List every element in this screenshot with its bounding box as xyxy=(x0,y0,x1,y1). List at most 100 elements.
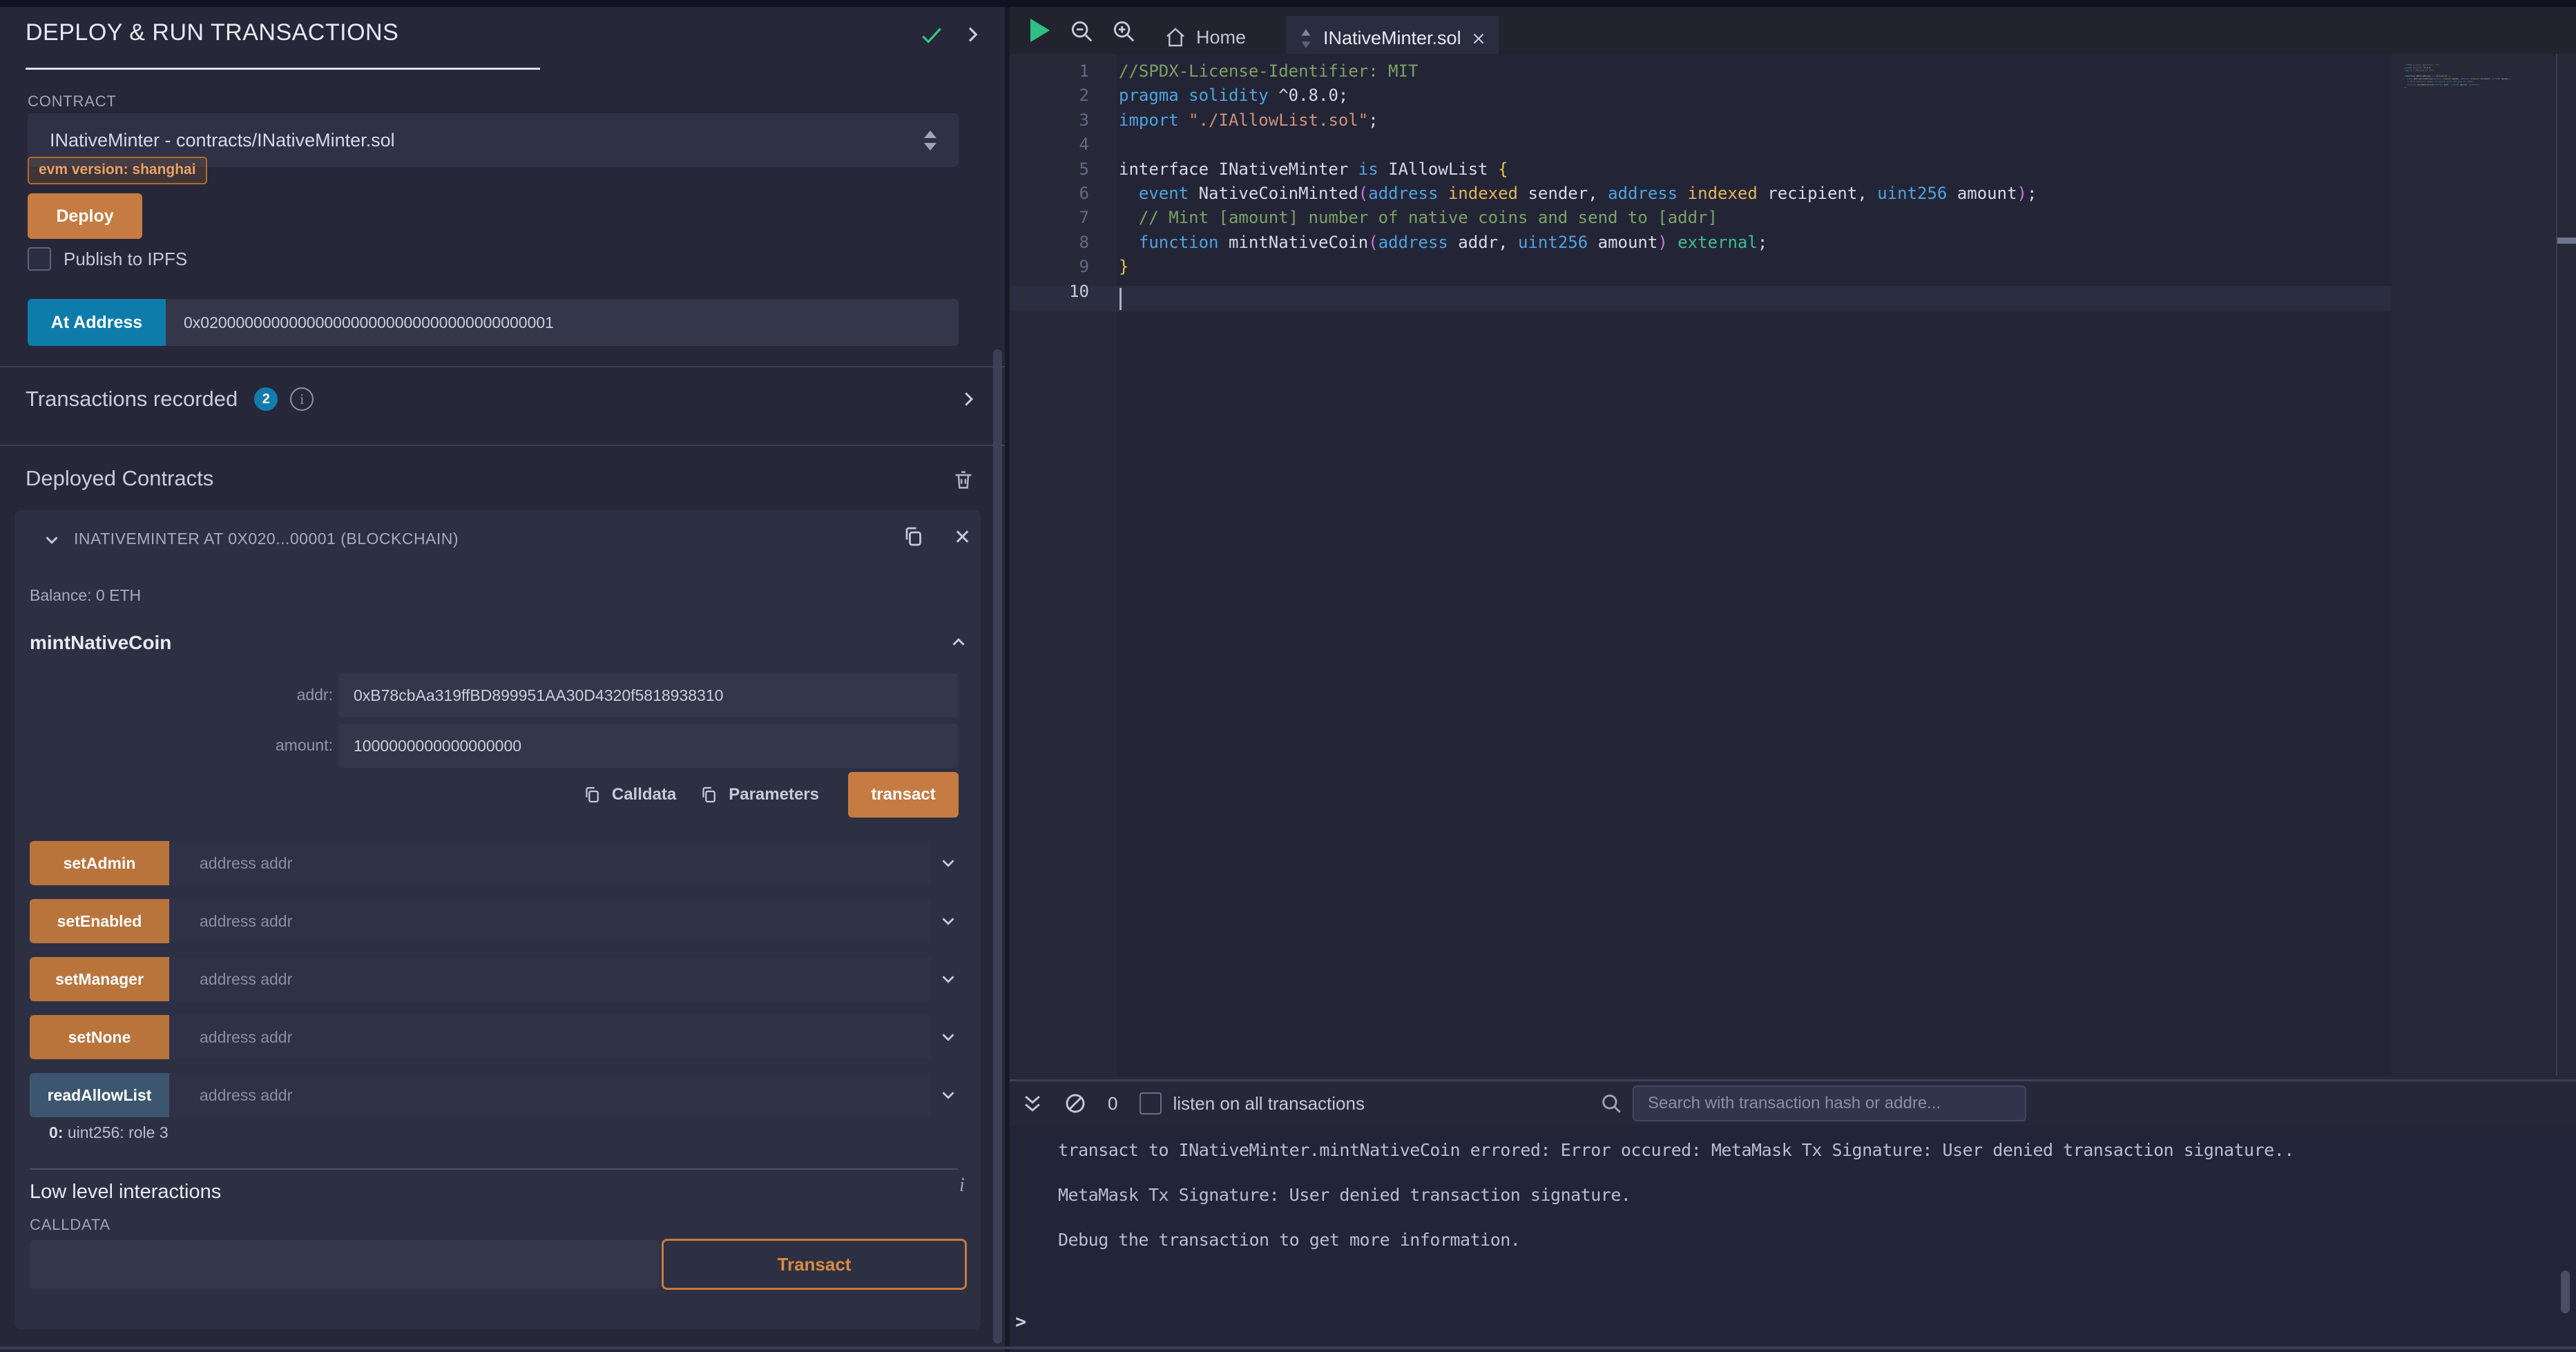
line-number: 5 xyxy=(1010,157,1089,182)
terminal-log-line: transact to INativeMinter.mintNativeCoin… xyxy=(1058,1140,2529,1160)
clear-console-ban-icon[interactable] xyxy=(1064,1092,1087,1115)
panel-editor-divider[interactable] xyxy=(1005,0,1010,1352)
instance-collapse-chevron-down-icon[interactable] xyxy=(41,530,62,550)
addr-field-input[interactable] xyxy=(338,673,958,717)
listen-all-transactions-checkbox[interactable] xyxy=(1140,1092,1162,1114)
transactions-expand-chevron-right-icon[interactable] xyxy=(958,389,979,409)
function-action-row: Calldata Parameters transact xyxy=(277,772,959,818)
code-content[interactable]: //SPDX-License-Identifier: MITpragma sol… xyxy=(2405,64,2510,92)
contract-label: CONTRACT xyxy=(28,93,117,110)
setEnabled-button[interactable]: setEnabled xyxy=(30,899,169,943)
setManager-input[interactable] xyxy=(169,957,931,1001)
evm-version-badge: evm version: shanghai xyxy=(28,157,207,184)
line-number: 6 xyxy=(1010,182,1089,206)
panel-collapse-chevron-right-icon[interactable] xyxy=(961,23,983,46)
terminal-collapse-double-chevron-down-icon[interactable] xyxy=(1021,1092,1044,1115)
tab-active-label: INativeMinter.sol xyxy=(1323,28,1461,49)
terminal-scrollbar[interactable] xyxy=(2561,1271,2570,1313)
readAllowList-expand-chevron-down-icon[interactable] xyxy=(938,1085,959,1105)
minimap[interactable]: //SPDX-License-Identifier: MITpragma sol… xyxy=(2392,57,2555,195)
info-icon[interactable]: i xyxy=(290,387,314,411)
readAllowList-input[interactable] xyxy=(169,1073,931,1117)
publish-ipfs-checkbox[interactable] xyxy=(28,247,51,271)
copy-calldata-label[interactable]: Calldata xyxy=(612,785,676,804)
copy-address-icon[interactable] xyxy=(901,524,925,549)
function-row-setAdmin: setAdmin xyxy=(30,841,959,885)
at-address-button[interactable]: At Address xyxy=(28,299,166,346)
overview-ruler[interactable] xyxy=(2557,54,2576,1076)
terminal: 0 listen on all transactions transact to… xyxy=(1010,1079,2576,1352)
compile-success-check-icon xyxy=(919,22,945,48)
at-address-input[interactable] xyxy=(166,299,959,346)
setAdmin-expand-chevron-down-icon[interactable] xyxy=(938,853,959,873)
readAllowList-button[interactable]: readAllowList xyxy=(30,1073,169,1117)
setNone-button[interactable]: setNone xyxy=(30,1015,169,1059)
line-number-gutter: 12345678910 xyxy=(1010,59,1089,304)
instance-balance: Balance: 0 ETH xyxy=(30,586,141,605)
setEnabled-expand-chevron-down-icon[interactable] xyxy=(938,911,959,931)
tab-close-icon[interactable] xyxy=(1470,30,1488,48)
transactions-recorded-row: Transactions recorded 2 i xyxy=(26,381,979,417)
line-number: 3 xyxy=(1010,108,1089,133)
code-line: } xyxy=(1119,255,2037,279)
code-line: interface INativeMinter is IAllowList { xyxy=(1119,157,2037,182)
zoom-in-icon[interactable] xyxy=(1111,18,1137,44)
home-icon xyxy=(1164,26,1186,48)
function-row-setEnabled: setEnabled xyxy=(30,899,959,943)
setNone-expand-chevron-down-icon[interactable] xyxy=(938,1027,959,1047)
tab-home-label: Home xyxy=(1196,27,1246,48)
text-cursor xyxy=(1119,288,1122,310)
search-icon xyxy=(1599,1092,1623,1115)
line-number: 1 xyxy=(1010,59,1089,84)
pending-tx-count: 0 xyxy=(1108,1093,1117,1114)
zoom-out-icon[interactable] xyxy=(1068,18,1095,44)
call-result: 0: uint256: role 3 xyxy=(49,1123,169,1142)
code-line: //SPDX-License-Identifier: MIT xyxy=(1119,59,2037,84)
setManager-button[interactable]: setManager xyxy=(30,957,169,1001)
setAdmin-input[interactable] xyxy=(169,841,931,885)
setEnabled-input[interactable] xyxy=(169,899,931,943)
overview-ruler-cursor-marker xyxy=(2557,238,2576,244)
divider xyxy=(30,1168,958,1170)
divider xyxy=(0,366,1005,367)
line-number: 4 xyxy=(1010,133,1089,157)
setManager-expand-chevron-down-icon[interactable] xyxy=(938,969,959,989)
contract-instance-card: INATIVEMINTER AT 0X020...00001 (BLOCKCHA… xyxy=(15,510,981,1329)
bottom-strip xyxy=(0,1346,2576,1349)
publish-ipfs-label: Publish to IPFS xyxy=(64,249,187,270)
amount-field-input[interactable] xyxy=(338,724,958,768)
listen-all-transactions-label: listen on all transactions xyxy=(1173,1093,1364,1114)
line-number: 8 xyxy=(1010,231,1089,255)
low-level-interactions-title: Low level interactions xyxy=(30,1181,221,1204)
deploy-button[interactable]: Deploy xyxy=(28,193,142,239)
transact-button[interactable]: transact xyxy=(848,772,959,818)
line-number: 10 xyxy=(1010,280,1089,304)
divider xyxy=(0,445,1005,446)
addr-field-label: addr: xyxy=(222,686,333,704)
run-script-play-icon[interactable] xyxy=(1030,19,1050,42)
at-address-row: At Address xyxy=(28,299,959,346)
panel-scrollbar[interactable] xyxy=(993,349,1002,1344)
clear-instances-trash-icon[interactable] xyxy=(952,468,975,492)
code-line: pragma solidity ^0.8.0; xyxy=(1119,84,2037,108)
editor-tabbar: Home INativeMinter.sol xyxy=(1010,7,2576,54)
panel-title: DEPLOY & RUN TRANSACTIONS xyxy=(26,19,398,46)
code-line: // Mint [amount] number of native coins … xyxy=(1119,206,2037,230)
terminal-prompt[interactable]: > xyxy=(1015,1311,1026,1333)
terminal-search-input[interactable] xyxy=(1633,1085,2026,1121)
info-icon[interactable]: i xyxy=(959,1175,965,1197)
calldata-input[interactable] xyxy=(30,1240,660,1288)
copy-parameters-icon[interactable] xyxy=(698,784,719,805)
terminal-log-line: MetaMask Tx Signature: User denied trans… xyxy=(1058,1185,2529,1205)
deployed-contracts-title: Deployed Contracts xyxy=(26,466,213,491)
instance-close-icon[interactable]: ✕ xyxy=(954,525,971,550)
copy-calldata-icon[interactable] xyxy=(581,784,602,805)
copy-parameters-label[interactable]: Parameters xyxy=(729,785,819,804)
setNone-input[interactable] xyxy=(169,1015,931,1059)
function-collapse-chevron-up-icon[interactable] xyxy=(948,632,969,653)
setAdmin-button[interactable]: setAdmin xyxy=(30,841,169,885)
code-content[interactable]: //SPDX-License-Identifier: MITpragma sol… xyxy=(1119,59,2037,304)
code-line: event NativeCoinMinted(address indexed s… xyxy=(1119,182,2037,206)
low-level-transact-button[interactable]: Transact xyxy=(662,1239,967,1290)
code-line: import "./IAllowList.sol"; xyxy=(1119,108,2037,133)
